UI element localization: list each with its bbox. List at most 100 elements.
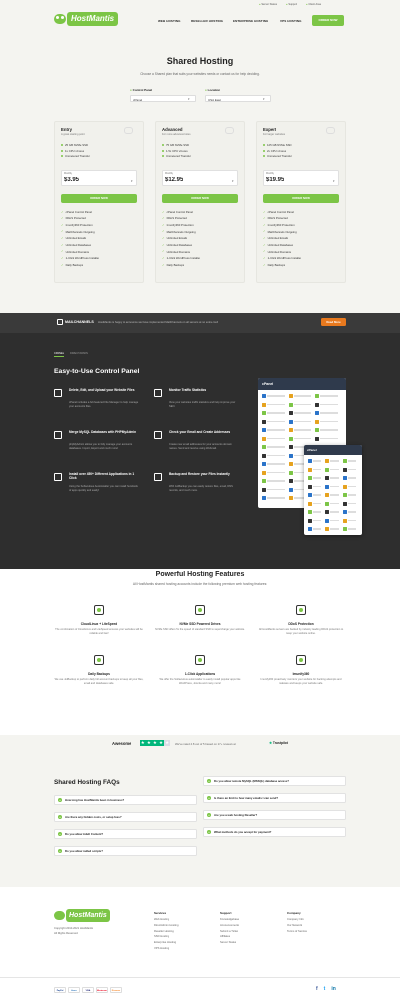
faq-question: What methods do you accept for payment? [214, 830, 272, 834]
client-area-link[interactable]: ● Client Area [306, 3, 321, 6]
check-icon: ✓ [263, 216, 266, 221]
location-label: ● Location [205, 88, 221, 92]
star-icon: ★ [140, 740, 146, 746]
plan-feature: ✓ Unlimited Databases [162, 242, 193, 248]
check-icon: ✓ [263, 229, 266, 234]
plan-feature: ✓ Daily Backups [263, 262, 286, 268]
logo-wordmark: HostMantis [67, 12, 119, 26]
read-more-button[interactable]: Read More [321, 318, 346, 326]
faq-question: Do you allow remote MySQL (MSSQL) databa… [214, 779, 290, 783]
control-feature-title: Check your Email and Create Addresses [169, 430, 231, 434]
payment-icon: Amex [68, 987, 80, 993]
plan-order-button[interactable]: ORDER NOW [263, 194, 339, 203]
control-panel-select[interactable]: cPanel [130, 95, 196, 102]
plan-feature: ✓ Unlimited Domains [162, 249, 191, 254]
footer-link[interactable]: VPS Hosting [154, 946, 169, 952]
nav-enterprise-hosting[interactable]: ENTERPRISE HOSTING [233, 19, 268, 23]
check-icon: ✓ [61, 242, 64, 247]
plus-icon: + [58, 798, 62, 802]
plan-spec: 125 GB NVMe SSD [263, 142, 292, 148]
site-logo[interactable]: HostMantis [54, 12, 132, 26]
cpanel-screenshot-front: cPanel [304, 445, 362, 535]
faq-title: Shared Hosting FAQs [54, 779, 120, 786]
feature-icon-accent [299, 608, 303, 612]
faq-item[interactable]: + Are you a web hosting Reseller? [203, 810, 346, 820]
nav-web-hosting[interactable]: WEB HOSTING [158, 19, 181, 23]
plan-order-button[interactable]: ORDER NOW [61, 194, 137, 203]
footer-divider [0, 977, 400, 978]
powerful-feature-desc: We offer the Softaculous autoinstaller t… [159, 678, 241, 685]
powerful-feature-title: DDoS Protection [288, 622, 314, 626]
check-icon: ✓ [263, 249, 266, 254]
linkedin-icon[interactable]: in [331, 986, 335, 992]
plan-feature: ✓ MailChannels Outgoing [61, 229, 95, 234]
check-icon: ✓ [162, 242, 165, 247]
faq-item[interactable]: + Is there an limit to how many emails I … [203, 793, 346, 803]
facebook-icon[interactable]: f [316, 986, 318, 992]
faq-item[interactable]: + Do you allow nulled scripts? [54, 846, 197, 856]
plan-feature: ✓ Imunify360 Protection [162, 222, 194, 228]
billing-period: Monthly [266, 172, 275, 175]
footer-col-title: Company [287, 911, 301, 915]
location-select[interactable]: USA East [205, 95, 271, 102]
control-feature-desc: cPanel includes a full-featured File Man… [69, 401, 139, 408]
plan-spec: Unmetered Transfer [162, 154, 191, 160]
check-icon: ✓ [61, 209, 64, 214]
plan-feature: ✓ DDoS Protected [162, 216, 187, 221]
faq-item[interactable]: + Do you allow Adult Content? [54, 829, 197, 839]
control-panel-label: ● Control Panel [130, 88, 153, 92]
check-icon: ✓ [61, 262, 64, 267]
tab-cpanel[interactable]: CPANEL [54, 352, 65, 357]
payment-icon: Discover [110, 987, 122, 993]
mail-icon [57, 319, 63, 325]
nav-vps-hosting[interactable]: VPS HOSTING [280, 19, 302, 23]
plan-spec: 1.5x CPU vCores [162, 148, 188, 154]
trustpilot-link[interactable]: ★ Trustpilot [269, 741, 288, 745]
plan-name: Advanced [162, 127, 183, 132]
control-feature-title: Merge MySQL Databases with PHPMyAdmin [69, 430, 137, 434]
plan-spec: 25 GB NVMe SSD [61, 142, 88, 148]
mailchannels-text: HostMantis is happy to announce we have … [98, 321, 219, 324]
plan-feature: ✓ MailChannels Outgoing [162, 229, 196, 234]
faq-question: Do you allow Adult Content? [65, 832, 104, 836]
control-feature-desc: View your websites traffic statistics an… [169, 401, 236, 408]
payment-icon: Mastercard [96, 987, 108, 993]
faq-item[interactable]: + Are there any hidden costs, or setup fe… [54, 812, 197, 822]
support-link[interactable]: ● Support [286, 3, 297, 6]
feature-icon-accent [97, 608, 101, 612]
server-status-link[interactable]: ● Server Status [259, 3, 277, 6]
star-icon: ★ [146, 740, 152, 746]
plan-spec: Unmetered Transfer [61, 154, 90, 160]
check-icon: ✓ [162, 236, 165, 241]
nav-reseller-hosting[interactable]: RESELLER HOSTING [191, 19, 223, 23]
check-icon: ✓ [61, 222, 64, 227]
plan-feature: ✓ cPanel Control Panel [162, 209, 193, 214]
footer-col-title: Support [220, 911, 232, 915]
footer-link[interactable]: Server Status [220, 940, 236, 946]
order-now-button[interactable]: ORDER NOW [312, 15, 344, 26]
plus-icon: + [207, 830, 211, 834]
faq-item[interactable]: + What methods do you accept for payment? [203, 827, 346, 837]
plan-subtitle: For more advanced sites [162, 133, 191, 136]
check-icon: ✓ [263, 256, 266, 261]
tab-directadmin[interactable]: DIRECTADMIN [70, 352, 88, 355]
chevron-down-icon: ▾ [232, 179, 234, 183]
logo-wordmark: HostMantis [66, 909, 110, 922]
footer-col-title: Services [154, 911, 167, 915]
twitter-icon[interactable]: t [324, 986, 326, 992]
powerful-subtitle: All HostMantis shared hosting accounts i… [132, 582, 268, 586]
plan-feature: ✓ Unlimited Databases [61, 242, 92, 248]
footer-logo[interactable]: HostMantis [54, 909, 114, 922]
plan-feature: ✓ Daily Backups [162, 262, 185, 268]
check-icon: ✓ [263, 242, 266, 247]
powerful-feature-desc: We use JetBackup to perform daily full a… [54, 678, 144, 685]
plan-feature: ✓ Unlimited Emails [263, 236, 289, 241]
faq-item[interactable]: + Do you allow remote MySQL (MSSQL) datab… [203, 776, 346, 786]
rights: All Rights Reserved. [54, 932, 79, 935]
faq-item[interactable]: + How long has HostMantis been in busines… [54, 795, 197, 805]
plan-price: $19.95 [266, 177, 285, 183]
footer-link[interactable]: Terms of Service [287, 929, 307, 935]
plus-icon: + [58, 815, 62, 819]
plan-order-button[interactable]: ORDER NOW [162, 194, 238, 203]
copyright: Copyright 2010-2021 HostMantis [54, 927, 94, 930]
